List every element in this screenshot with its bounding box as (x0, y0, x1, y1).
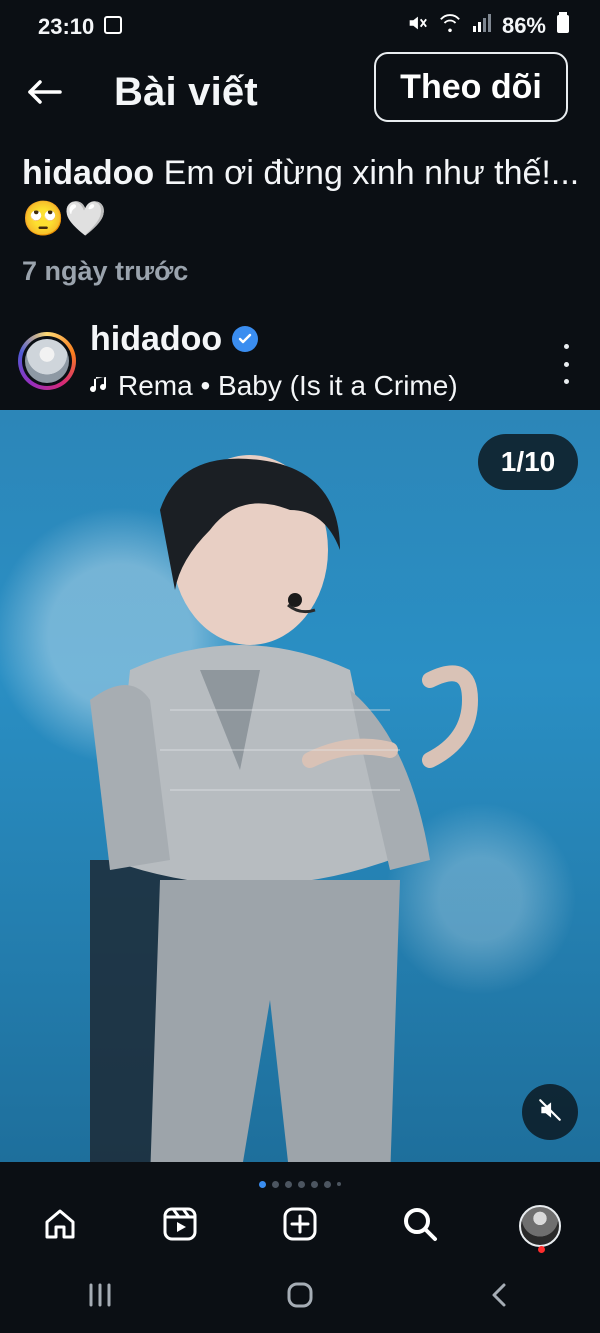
battery-percent: 86% (501, 13, 546, 38)
page-title: Bài viết (114, 70, 258, 114)
verified-badge-icon (232, 326, 258, 352)
mute-toggle-button[interactable] (522, 1084, 578, 1140)
nav-home[interactable] (30, 1196, 90, 1256)
music-note-icon (90, 370, 108, 402)
system-back-button[interactable] (465, 1270, 535, 1326)
status-time: 23:10 (38, 14, 95, 39)
chevron-left-icon (485, 1280, 515, 1315)
create-plus-icon (281, 1205, 319, 1248)
back-button[interactable] (22, 72, 66, 116)
battery-icon (556, 12, 570, 40)
home-icon (41, 1205, 79, 1248)
author-username[interactable]: hidadoo (90, 320, 222, 359)
avatar-inner (22, 336, 72, 386)
nav-create[interactable] (270, 1196, 330, 1256)
reels-icon (161, 1205, 199, 1248)
carousel-dot-active (259, 1180, 266, 1188)
more-vertical-icon (563, 344, 569, 349)
nav-reels[interactable] (150, 1196, 210, 1256)
music-attribution[interactable]: Rema • Baby (Is it a Crime) (90, 370, 458, 402)
signal-icon (472, 12, 492, 40)
carousel-dot (337, 1182, 341, 1186)
back-arrow-icon (24, 72, 64, 117)
post-time: 7 ngày trước (22, 256, 189, 286)
more-options-button[interactable] (556, 344, 576, 384)
notification-dot (538, 1246, 545, 1253)
author-row: hidadoo Rema • Baby (Is it a Crime) (0, 320, 600, 410)
post-header: Bài viết Theo dõi (0, 52, 600, 136)
caption-username[interactable]: hidadoo (22, 154, 154, 192)
more-vertical-icon-dot (563, 361, 569, 367)
music-text: Rema • Baby (Is it a Crime) (118, 370, 458, 401)
bottom-navigation (0, 1190, 600, 1262)
media-counter: 1/10 (478, 434, 578, 490)
search-icon (401, 1205, 439, 1248)
system-home-button[interactable] (265, 1270, 335, 1326)
recents-button[interactable] (65, 1270, 135, 1326)
mute-status-icon (406, 12, 428, 40)
nav-profile[interactable] (510, 1196, 570, 1256)
carousel-dot (324, 1180, 331, 1188)
carousel-dot (311, 1180, 318, 1188)
performer-image (90, 455, 479, 1162)
more-vertical-icon-dot (563, 379, 569, 384)
home-circle-icon (285, 1280, 315, 1315)
follow-button[interactable]: Theo dõi (374, 52, 568, 122)
status-right-group: 86% (406, 12, 570, 40)
carousel-dot (285, 1180, 292, 1188)
image-status-icon (104, 16, 122, 34)
recents-icon (85, 1281, 115, 1314)
author-avatar[interactable] (18, 332, 76, 390)
carousel-dot (298, 1180, 305, 1188)
avatar-image (25, 339, 69, 383)
status-bar: 23:10 86% (0, 0, 600, 52)
muted-speaker-icon (537, 1097, 563, 1128)
wifi-icon (438, 12, 462, 40)
carousel-dot (272, 1180, 279, 1188)
system-navigation (0, 1262, 600, 1333)
post-media[interactable]: 1/10 (0, 410, 600, 1162)
nav-search[interactable] (390, 1196, 450, 1256)
profile-avatar (519, 1205, 561, 1247)
post-caption: hidadoo Em ơi đừng xinh như thế!...🙄🤍 (22, 150, 582, 242)
